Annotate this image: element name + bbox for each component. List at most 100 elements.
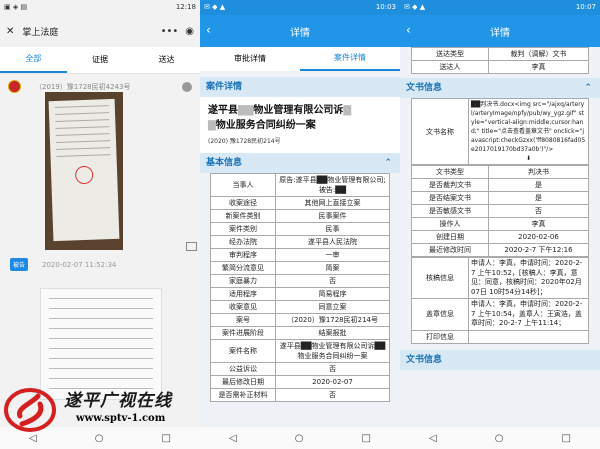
table-row: 文书类型 判决书 — [411, 165, 589, 179]
tab-all[interactable]: 全部 — [0, 47, 67, 73]
table-row: 适用程序 简易程序 — [210, 287, 390, 301]
back-arrow-icon[interactable]: ‹ — [206, 23, 211, 37]
row-value: 李真 — [488, 60, 589, 74]
review-value: 申请人：李真，申请时间：2020-2-7 上午10:52，[核稿人：李真，意见：… — [468, 257, 589, 299]
table-row: 家庭暴力否 — [210, 274, 390, 288]
table-row: 最后修改日期 2020-02-07 — [210, 375, 390, 389]
delivery-table: 送达类型 裁判（调解）文书 送达人 李真 — [411, 47, 589, 74]
row-value: 遂平县人民法院 — [275, 235, 390, 249]
table-row: 繁简分流意见 简案 — [210, 261, 390, 275]
close-icon[interactable]: ✕ — [6, 26, 14, 37]
tab-case-detail[interactable]: 案件详情 — [300, 47, 400, 71]
back-arrow-icon[interactable]: ‹ — [406, 23, 411, 37]
tab-approval-detail[interactable]: 审批详情 — [200, 48, 300, 70]
phone-case-detail: ✉ ◆ ▲ 10:03 ‹ 详情 审批详情 案件详情 案件详情 遂平县▇▇物业管… — [200, 0, 400, 449]
status-time: 12:18 — [175, 3, 196, 11]
row-key: 是否需补正材料 — [210, 388, 276, 402]
row-key: 创建日期 — [411, 230, 489, 244]
row-key: 家庭暴力 — [210, 274, 276, 288]
phone-court-app: ▣ ◈ ▤ 12:18 ✕ 掌上法庭 ••• ◉ 全部 证据 送达 （2019）… — [0, 0, 200, 449]
document-photo[interactable] — [45, 92, 123, 250]
court-emblem-icon — [8, 80, 21, 93]
table-row: 收案意见 同意立案 — [210, 300, 390, 314]
section-doc-info[interactable]: 文书信息 ⌃ — [400, 78, 600, 98]
target-icon[interactable]: ◉ — [185, 26, 194, 37]
more-icon[interactable]: ••• — [161, 26, 179, 37]
table-row: 是否裁判文书是 — [411, 178, 589, 192]
row-value: 民事 — [275, 222, 390, 236]
row-key: 经办法院 — [210, 235, 276, 249]
doc-name-value: ██判决书.docx<img src="/ajxq/arteryl/artery… — [468, 98, 589, 165]
table-row: 案件进展阶段 结案报批 — [210, 326, 390, 340]
table-row: 当事人 原告:遂平县██物业管理有限公司;被告:██ — [210, 173, 390, 197]
row-value: 否 — [488, 204, 589, 218]
chevron-up-icon: ⌃ — [384, 158, 392, 168]
home-nav-icon[interactable]: ○ — [495, 433, 504, 444]
home-nav-icon[interactable]: ○ — [295, 433, 304, 444]
status-icons: ✉ ◆ ▲ — [204, 3, 226, 11]
row-value: 结案报批 — [275, 326, 390, 340]
back-nav-icon[interactable]: ◁ — [29, 433, 37, 444]
message-time: 2020-02-07 11:52:34 — [42, 260, 117, 269]
defendant-badge: 被告 — [10, 258, 29, 271]
tab-evidence[interactable]: 证据 — [67, 48, 134, 72]
review-key: 核稿信息 — [411, 257, 469, 299]
row-value: （2020）豫1728民初214号 — [275, 313, 390, 327]
recent-nav-icon[interactable]: □ — [362, 433, 371, 444]
seal-stamp-icon — [74, 165, 94, 185]
row-key: 收案途径 — [210, 196, 276, 210]
tab-bar: 全部 证据 送达 — [0, 47, 200, 74]
status-time: 10:07 — [575, 3, 596, 11]
tab-delivery[interactable]: 送达 — [133, 48, 200, 72]
section-case-detail[interactable]: 案件详情 — [200, 77, 400, 97]
app-title: 掌上法庭 — [22, 27, 59, 38]
nav-bar: ◁ ○ □ — [400, 427, 600, 449]
back-nav-icon[interactable]: ◁ — [429, 433, 437, 444]
case-number: （2019）豫1728民初4243号 — [35, 82, 131, 91]
row-key: 收案意见 — [210, 300, 276, 314]
table-row: 经办法院 遂平县人民法院 — [210, 235, 390, 249]
row-key: 最后修改日期 — [210, 375, 276, 389]
header-title: 详情 — [290, 27, 310, 39]
status-bar: ✉ ◆ ▲ 10:07 — [400, 0, 600, 15]
row-key: 操作人 — [411, 217, 489, 231]
row-key: 送达人 — [411, 60, 489, 74]
row-key: 最近修改时间 — [411, 243, 489, 257]
table-row: 审判程序 一审 — [210, 248, 390, 262]
recent-nav-icon[interactable]: □ — [562, 433, 571, 444]
row-key: 案件类别 — [210, 222, 276, 236]
table-row: 最近修改时间 2020-2-7 下午12:16 — [411, 243, 589, 257]
row-value: 否 — [275, 388, 390, 402]
doc-name-key: 文书名称 — [411, 98, 469, 165]
home-nav-icon[interactable]: ○ — [95, 433, 104, 444]
table-row: 案号 （2020）豫1728民初214号 — [210, 313, 390, 327]
basic-info-table: 当事人 原告:遂平县██物业管理有限公司;被告:██ 收案途径 其他网上直接立案 新案件… — [210, 173, 390, 402]
section-doc-info-bottom[interactable]: 文书信息 — [400, 349, 600, 370]
status-bar: ✉ ◆ ▲ 10:03 — [200, 0, 400, 15]
section-basic-info[interactable]: 基本信息 ⌃ — [200, 153, 400, 173]
phone-doc-detail: ✉ ◆ ▲ 10:07 ‹ 详情 送达类型 裁判（调解）文书 送达人 李真 文书信息 ⌃… — [400, 0, 600, 449]
row-key: 案件名称 — [210, 339, 276, 363]
status-bar: ▣ ◈ ▤ 12:18 — [0, 0, 200, 15]
nav-bar: ◁ ○ □ — [200, 427, 400, 449]
table-row: 送达人 李真 — [411, 60, 589, 74]
download-icon[interactable]: ⬇ — [471, 154, 586, 163]
seal-value: 申请人：李真，申请时间：2020-2-7 上午10:54，盖章人：王寅浩，盖章时… — [468, 298, 589, 331]
recent-nav-icon[interactable]: □ — [162, 433, 171, 444]
document-photo-2[interactable] — [40, 288, 162, 400]
row-value: 原告:遂平县██物业管理有限公司;被告:██ — [275, 173, 390, 197]
row-value: 是 — [488, 178, 589, 192]
table-row: 送达类型 裁判（调解）文书 — [411, 47, 589, 61]
sub-tab-bar: 审批详情 案件详情 — [200, 47, 400, 71]
row-value: 否 — [275, 362, 390, 376]
row-key: 文书类型 — [411, 165, 489, 179]
back-nav-icon[interactable]: ◁ — [229, 433, 237, 444]
person-icon — [182, 81, 192, 92]
row-key: 送达类型 — [411, 47, 489, 61]
row-value: 2020-02-07 — [275, 375, 390, 389]
detail-header: ‹ 详情 — [200, 15, 400, 47]
row-key: 审判程序 — [210, 248, 276, 262]
row-key: 适用程序 — [210, 287, 276, 301]
row-value: 遂平县██物业管理有限公司诉██物业服务合同纠纷一案 — [275, 339, 390, 363]
row-value: 2020-02-06 — [488, 230, 589, 244]
